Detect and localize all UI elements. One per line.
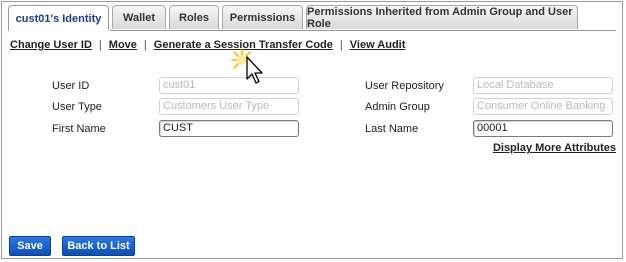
last-name-label: Last Name [365, 123, 419, 135]
first-name-label: First Name [52, 123, 106, 135]
tab-roles[interactable]: Roles [169, 5, 219, 29]
tab-permissions[interactable]: Permissions [222, 5, 303, 29]
user-repository-label: User Repository [365, 80, 444, 92]
display-more-attributes-link[interactable]: Display More Attributes [493, 142, 616, 154]
tab-permissions-inherited[interactable]: Permissions Inherited from Admin Group a… [306, 5, 578, 30]
admin-group-label: Admin Group [365, 101, 430, 113]
user-type-field: Customers User Type [159, 98, 299, 115]
separator: | [339, 39, 343, 51]
mouse-cursor-icon [228, 48, 268, 88]
last-name-field[interactable]: 00001 [473, 120, 613, 137]
action-links: Change User ID | Move | Generate a Sessi… [10, 38, 405, 52]
tab-divider-gap [9, 30, 110, 31]
admin-group-field: Consumer Online Banking [473, 98, 613, 115]
separator: | [143, 39, 147, 51]
user-type-label: User Type [52, 101, 102, 113]
tab-wallet[interactable]: Wallet [112, 5, 166, 29]
move-link[interactable]: Move [109, 39, 137, 51]
back-to-list-button[interactable]: Back to List [62, 236, 135, 256]
separator: | [98, 39, 102, 51]
user-repository-field: Local Database [473, 77, 613, 94]
save-button[interactable]: Save [9, 236, 51, 256]
change-user-id-link[interactable]: Change User ID [10, 39, 92, 51]
tab-identity[interactable]: cust01's Identity [8, 5, 109, 31]
first-name-field[interactable]: CUST [159, 120, 299, 137]
user-id-label: User ID [52, 80, 90, 92]
view-audit-link[interactable]: View Audit [350, 39, 406, 51]
